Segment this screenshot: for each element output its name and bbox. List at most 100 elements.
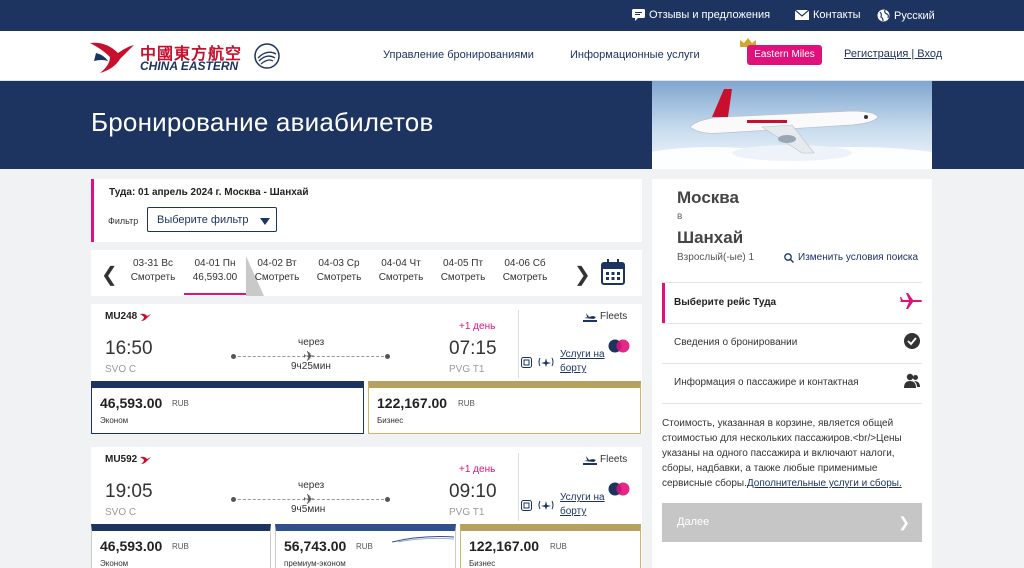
flight-duration: 9ч25мин xyxy=(291,361,331,372)
skyteam-logo-icon xyxy=(254,43,280,69)
arrival-time: 07:15 xyxy=(449,338,497,359)
calendar-icon[interactable] xyxy=(601,259,625,285)
date-selector-bar: ❮ 03-31 Вс Смотреть 04-01 Пн 46,593.00 0… xyxy=(91,250,642,296)
date-tab-selected[interactable]: 04-01 Пн 46,593.00 xyxy=(184,258,246,295)
price-disclaimer: Стоимость, указанная в корзине, является… xyxy=(662,416,920,491)
date-tab-price: 46,593.00 xyxy=(192,272,238,283)
modify-search-label: Изменить условия поиска xyxy=(798,252,919,263)
card-divider xyxy=(518,453,519,521)
date-tab-date: 04-05 Пт xyxy=(442,258,484,269)
fare-price: 122,167.00 xyxy=(469,538,540,554)
fare-currency: RUB xyxy=(172,399,189,408)
onboard-services-link[interactable]: Услуги на борту xyxy=(521,491,612,519)
logo-text-english: CHINA EASTERN xyxy=(140,59,239,73)
mastercard-icon xyxy=(608,482,630,496)
eastern-miles-button[interactable]: Eastern Miles xyxy=(747,45,822,65)
airline-logo-icon xyxy=(140,313,152,321)
fleets-label: Fleets xyxy=(600,454,628,465)
date-tab[interactable]: 04-05 Пт Смотреть xyxy=(432,258,494,283)
airplane-banner-image xyxy=(652,81,932,169)
route-end-dot xyxy=(385,354,390,359)
previous-dates-arrow[interactable]: ❮ xyxy=(101,262,118,286)
date-tab[interactable]: 04-03 Ср Смотреть xyxy=(308,258,370,283)
flight-via-label: через xyxy=(298,337,325,348)
date-tab[interactable]: 03-31 Вс Смотреть xyxy=(122,258,184,283)
flight-number-label: MU248 xyxy=(105,311,138,322)
departure-airport: SVO C xyxy=(105,364,137,375)
china-eastern-logo[interactable]: 中國東方航空 CHINA EASTERN xyxy=(88,38,288,76)
date-tab[interactable]: 04-04 Чт Смотреть xyxy=(370,258,432,283)
passenger-count: Взрослый(-ые) 1 xyxy=(677,252,755,263)
language-selector[interactable]: Русский xyxy=(877,9,935,22)
origin-city: Москва xyxy=(677,188,739,207)
filter-label: Фильтр xyxy=(108,216,139,226)
flight-card: MU248 16:50 SVO C через ✈ 9ч25мин +1 ден… xyxy=(91,304,642,434)
search-icon xyxy=(784,252,794,263)
additional-services-link[interactable]: Дополнительные услуги и сборы. xyxy=(747,478,902,489)
flight-number-label: MU592 xyxy=(105,454,138,465)
nav-manage-bookings[interactable]: Управление бронированиями xyxy=(383,49,534,61)
register-login-link[interactable]: Регистрация | Вход xyxy=(844,48,942,60)
meal-icon xyxy=(521,499,532,511)
premium-swoosh-decoration xyxy=(392,536,454,543)
date-tab[interactable]: 04-06 Сб Смотреть xyxy=(494,258,556,283)
route-end-dot xyxy=(385,497,390,502)
modify-search-link[interactable]: Изменить условия поиска xyxy=(784,252,918,263)
caret-down-icon xyxy=(260,218,270,225)
next-dates-arrow[interactable]: ❯ xyxy=(574,262,591,286)
aircraft-icon xyxy=(583,455,597,465)
date-tab-date: 04-03 Ср xyxy=(318,258,360,269)
flight-duration: 9ч5мин xyxy=(291,504,326,515)
search-summary-box: Туда: 01 апрель 2024 г. Москва - Шанхай … xyxy=(91,179,642,242)
fleets-link[interactable]: Fleets xyxy=(583,311,627,322)
step-select-flight: Выберите рейс Туда xyxy=(662,283,922,323)
date-tab-date: 04-02 Вт xyxy=(257,258,297,269)
airline-logo-icon xyxy=(140,456,152,464)
step-label: Выберите рейс Туда xyxy=(674,297,777,308)
fare-option-business[interactable]: 122,167.00 RUB Бизнес xyxy=(460,524,641,568)
flight-results-column: Туда: 01 апрель 2024 г. Москва - Шанхай … xyxy=(91,179,642,568)
step-label: Сведения о бронировании xyxy=(674,337,798,348)
fare-option-business[interactable]: 122,167.00 RUB Бизнес xyxy=(368,381,641,434)
next-button[interactable]: Далее ❯ xyxy=(662,503,922,542)
flight-number: MU248 xyxy=(105,311,152,322)
next-day-badge: +1 день xyxy=(459,321,496,332)
departure-airport: SVO C xyxy=(105,507,137,518)
filter-select-value: Выберите фильтр xyxy=(157,214,249,226)
feedback-label: Отзывы и предложения xyxy=(649,9,771,21)
date-tab-date: 04-06 Сб xyxy=(504,258,546,269)
fleets-link[interactable]: Fleets xyxy=(583,454,627,465)
step-passenger-info: Информация о пассажире и контактная xyxy=(662,363,922,403)
fare-price: 56,743.00 xyxy=(284,538,347,554)
departure-time: 16:50 xyxy=(105,338,153,359)
date-tab-date: 04-04 Чт xyxy=(381,258,421,269)
top-utility-bar: Отзывы и предложения Контакты Русский xyxy=(0,0,1024,31)
hero-banner: Бронирование авиабилетов xyxy=(0,81,1024,169)
date-tab-price: Смотреть xyxy=(254,272,300,283)
fare-currency: RUB xyxy=(550,542,567,551)
fare-currency: RUB xyxy=(458,399,475,408)
mastercard-icon xyxy=(608,339,630,353)
page-title: Бронирование авиабилетов xyxy=(91,107,434,137)
filter-select[interactable]: Выберите фильтр xyxy=(147,207,277,232)
envelope-icon xyxy=(795,10,809,20)
date-tab-price: Смотреть xyxy=(440,272,486,283)
contacts-link[interactable]: Контакты xyxy=(795,9,861,21)
next-day-badge: +1 день xyxy=(459,464,496,475)
onboard-services-link[interactable]: Услуги на борту xyxy=(521,348,612,376)
chat-icon xyxy=(632,9,645,21)
route-start-dot xyxy=(231,354,236,359)
nav-information-services[interactable]: Информационные услуги xyxy=(570,49,700,61)
divider xyxy=(662,403,922,404)
meal-icon xyxy=(521,356,532,368)
date-tab-date: 04-01 Пн xyxy=(194,258,236,269)
fare-option-economy[interactable]: 46,593.00 RUB Эконом xyxy=(91,381,364,434)
fare-option-premium-economy[interactable]: 56,743.00 RUB премиум-эконом xyxy=(275,524,456,568)
fare-option-economy[interactable]: 46,593.00 RUB Эконом xyxy=(91,524,271,568)
feedback-link[interactable]: Отзывы и предложения xyxy=(632,9,770,21)
date-tab-price: Смотреть xyxy=(130,272,176,283)
date-tab[interactable]: 04-02 Вт Смотреть xyxy=(246,258,308,283)
fare-class: Бизнес xyxy=(377,416,404,425)
route-title: Туда: 01 апрель 2024 г. Москва - Шанхай xyxy=(109,187,309,198)
globe-icon xyxy=(877,9,890,22)
